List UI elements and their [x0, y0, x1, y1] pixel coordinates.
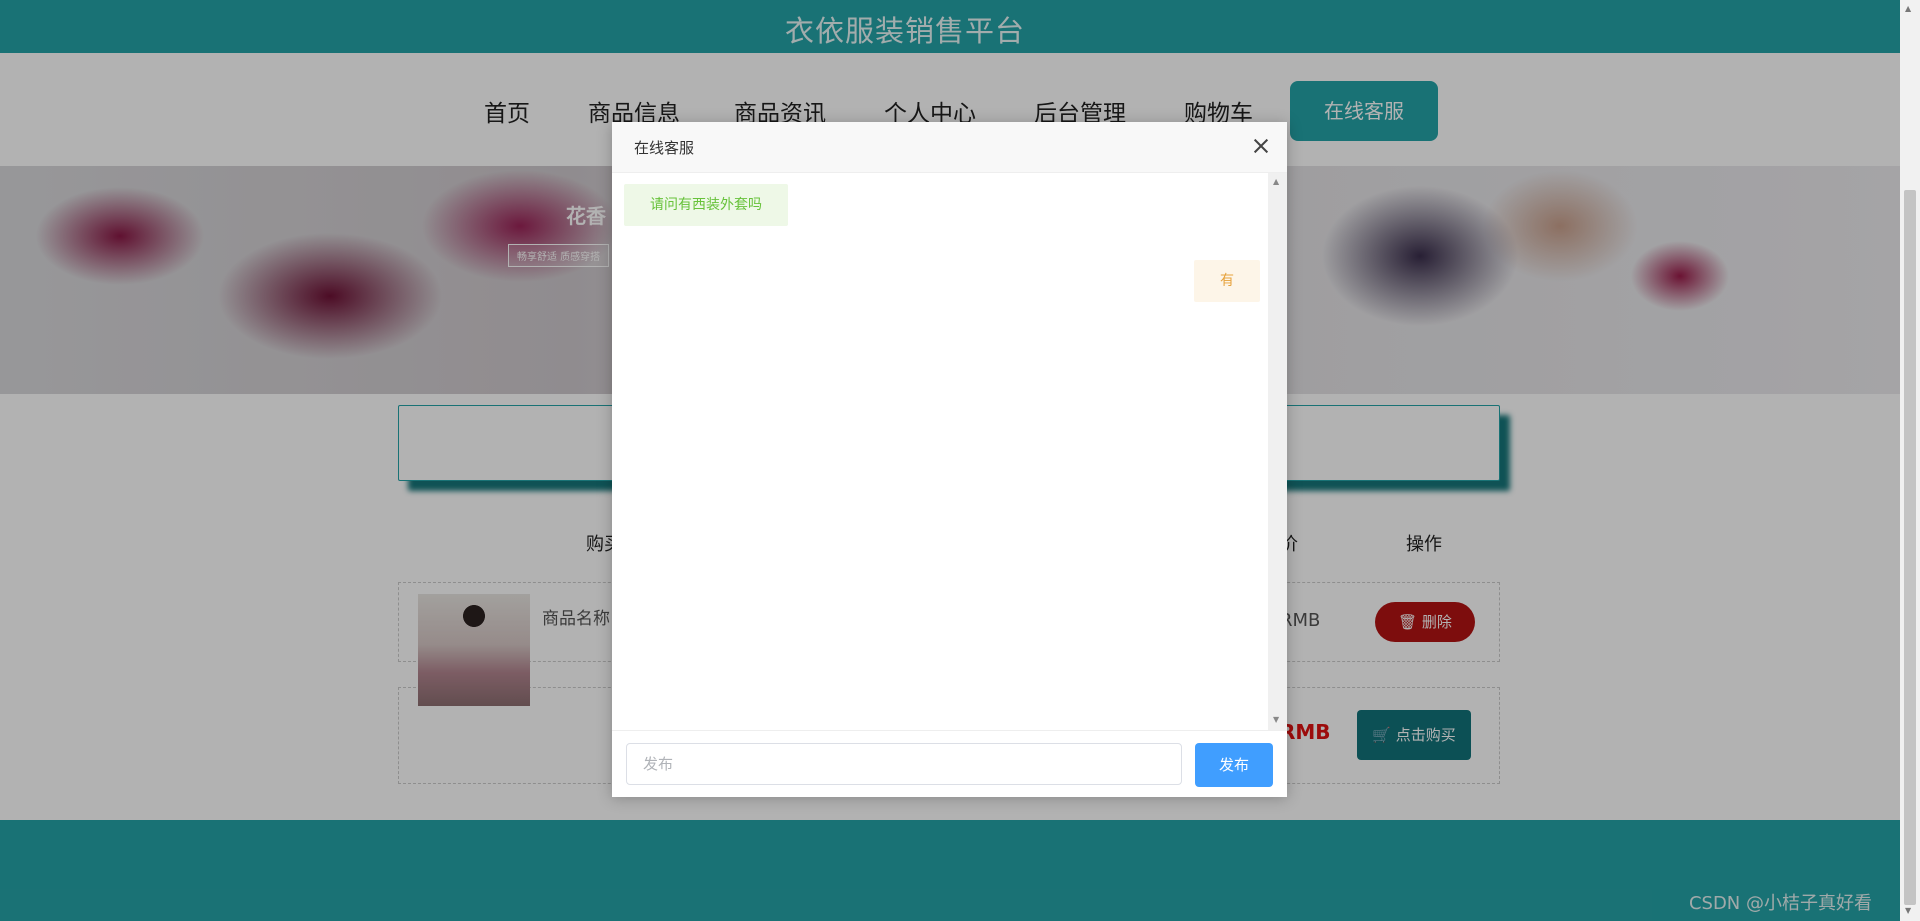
message-received: 请问有西装外套吗 — [624, 184, 788, 226]
page-scrollbar[interactable]: ▲ ▼ — [1900, 0, 1920, 921]
chat-messages: 请问有西装外套吗 有 — [612, 173, 1272, 730]
scroll-down-arrow-icon[interactable]: ▼ — [1273, 715, 1279, 724]
close-icon[interactable] — [1251, 136, 1271, 156]
dialog-title: 在线客服 — [634, 139, 695, 157]
send-button[interactable]: 发布 — [1195, 743, 1273, 787]
message-sent: 有 — [1194, 260, 1260, 302]
message-input[interactable] — [626, 743, 1182, 785]
dialog-footer: 发布 — [612, 730, 1287, 797]
dialog-header: 在线客服 — [612, 122, 1287, 173]
chat-dialog: 在线客服 请问有西装外套吗 有 ▲ ▼ 发布 — [612, 122, 1287, 797]
scroll-up-arrow-icon[interactable]: ▲ — [1273, 177, 1279, 186]
scrollbar-thumb[interactable] — [1904, 190, 1916, 905]
scroll-down-arrow-icon[interactable]: ▼ — [1905, 906, 1911, 915]
scroll-up-arrow-icon[interactable]: ▲ — [1905, 4, 1911, 13]
chat-scrollbar[interactable]: ▲ ▼ — [1268, 173, 1287, 730]
